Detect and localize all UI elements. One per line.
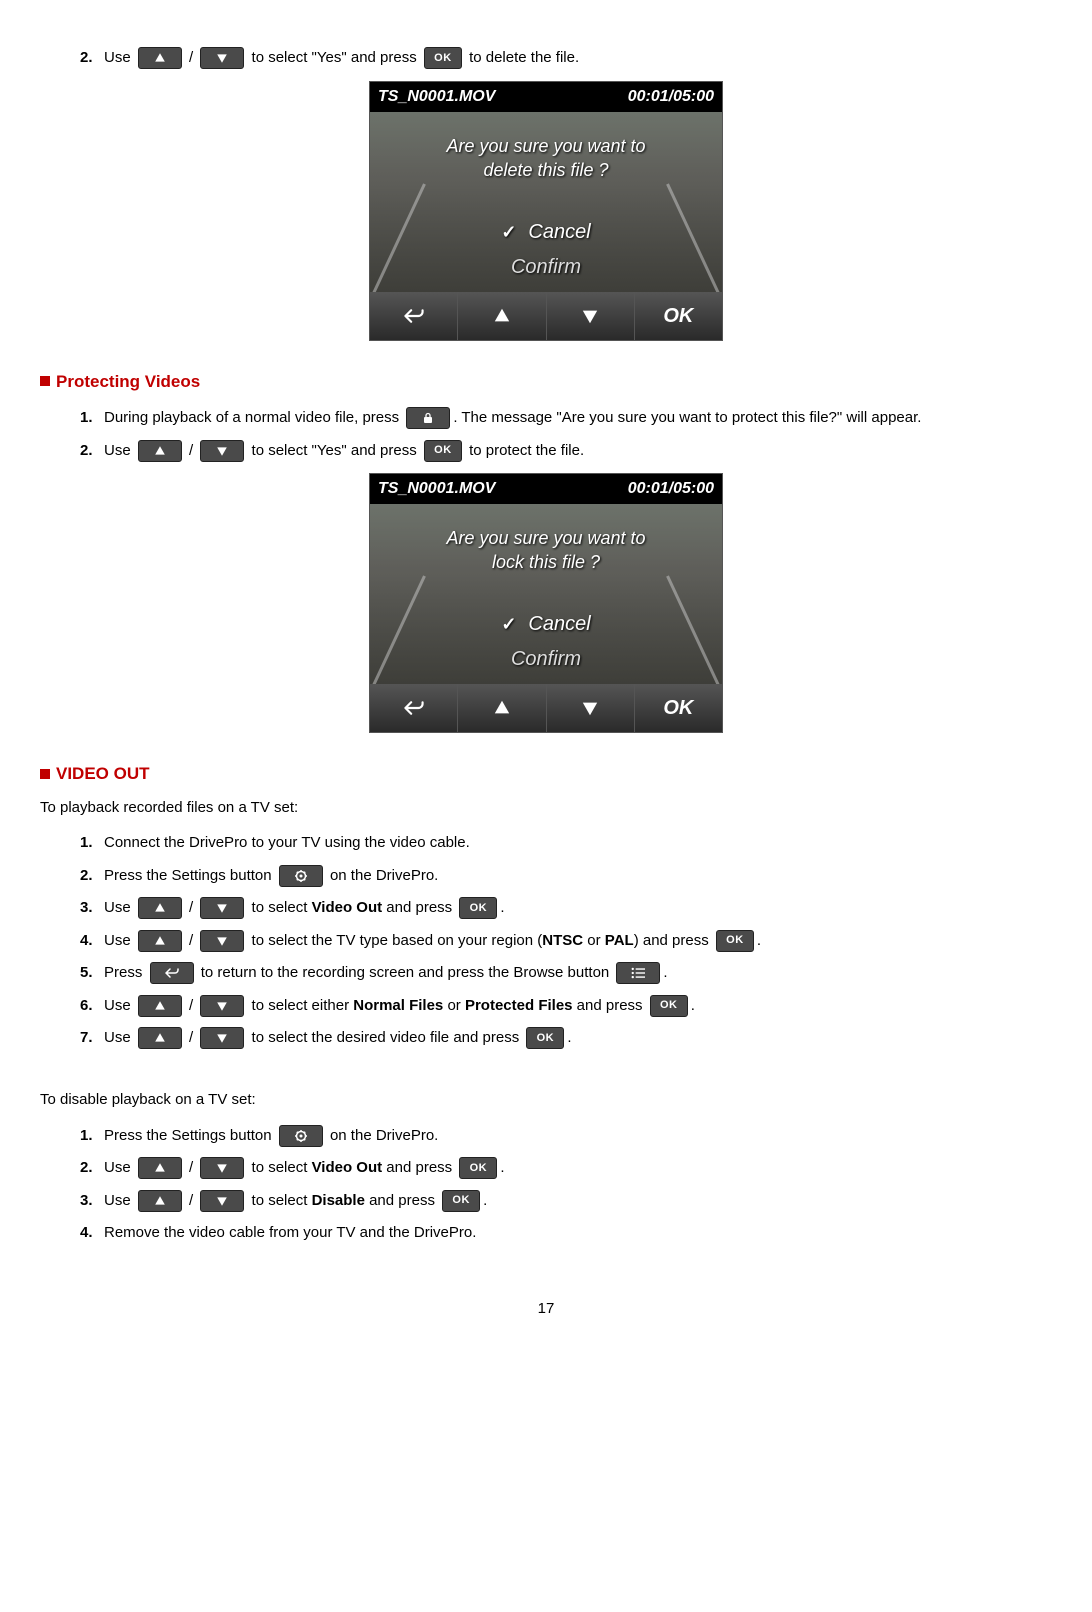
up-button-icon bbox=[138, 1157, 182, 1179]
vo-step-2: 2. Press the Settings button on the Driv… bbox=[80, 862, 1052, 891]
page-number: 17 bbox=[40, 1298, 1052, 1321]
ss2-message: Are you sure you want to lock this file … bbox=[370, 526, 722, 575]
up-button-icon bbox=[138, 1027, 182, 1049]
ok-button-icon: OK bbox=[424, 47, 462, 69]
protect-step-2: 2. Use / to select "Yes" and press OK to… bbox=[80, 437, 1052, 466]
ss1-message: Are you sure you want to delete this fil… bbox=[370, 134, 722, 183]
disable-step-2: 2. Use / to select Video Out and press O… bbox=[80, 1154, 1052, 1183]
up-button-icon bbox=[138, 995, 182, 1017]
ok-button-icon: OK bbox=[716, 930, 754, 952]
disable-step-3: 3. Use / to select Disable and press OK. bbox=[80, 1187, 1052, 1216]
video-out-intro: To playback recorded files on a TV set: bbox=[40, 797, 1052, 820]
ok-button-icon: OK bbox=[650, 995, 688, 1017]
ss1-nav-back-icon bbox=[370, 292, 458, 340]
disable-step-4: 4. Remove the video cable from your TV a… bbox=[80, 1219, 1052, 1248]
down-button-icon bbox=[200, 1027, 244, 1049]
ss1-nav-ok: OK bbox=[635, 292, 722, 340]
lock-button-icon bbox=[406, 407, 450, 429]
settings-button-icon bbox=[279, 1125, 323, 1147]
delete-step-2: 2. Use / to select "Yes" and press OK to… bbox=[80, 44, 1052, 73]
video-out-disable-intro: To disable playback on a TV set: bbox=[40, 1089, 1052, 1112]
ss1-filename: TS_N0001.MOV bbox=[378, 85, 495, 109]
down-button-icon bbox=[200, 995, 244, 1017]
ss2-nav-down-icon bbox=[547, 684, 635, 732]
up-button-icon bbox=[138, 47, 182, 69]
ss2-time: 00:01/05:00 bbox=[628, 477, 714, 501]
ss2-nav-up-icon bbox=[458, 684, 546, 732]
settings-button-icon bbox=[279, 865, 323, 887]
vo-step-1: 1. Connect the DrivePro to your TV using… bbox=[80, 829, 1052, 858]
vo-step-7: 7. Use / to select the desired video fil… bbox=[80, 1024, 1052, 1053]
lock-confirm-screenshot: TS_N0001.MOV 00:01/05:00 Are you sure yo… bbox=[369, 473, 723, 733]
ok-button-icon: OK bbox=[526, 1027, 564, 1049]
ok-button-icon: OK bbox=[424, 440, 462, 462]
ss1-nav-down-icon bbox=[547, 292, 635, 340]
ss1-nav-up-icon bbox=[458, 292, 546, 340]
down-button-icon bbox=[200, 897, 244, 919]
up-button-icon bbox=[138, 1190, 182, 1212]
ss1-time: 00:01/05:00 bbox=[628, 85, 714, 109]
delete-confirm-screenshot: TS_N0001.MOV 00:01/05:00 Are you sure yo… bbox=[369, 81, 723, 341]
back-button-icon bbox=[150, 962, 194, 984]
ok-button-icon: OK bbox=[459, 897, 497, 919]
ok-button-icon: OK bbox=[442, 1190, 480, 1212]
vo-step-6: 6. Use / to select either Normal Files o… bbox=[80, 992, 1052, 1021]
down-button-icon bbox=[200, 1190, 244, 1212]
up-button-icon bbox=[138, 440, 182, 462]
ss1-cancel: Cancel bbox=[370, 217, 722, 247]
browse-button-icon bbox=[616, 962, 660, 984]
vo-step-4: 4. Use / to select the TV type based on … bbox=[80, 927, 1052, 956]
disable-step-1: 1. Press the Settings button on the Driv… bbox=[80, 1122, 1052, 1151]
vo-step-3: 3. Use / to select Video Out and press O… bbox=[80, 894, 1052, 923]
down-button-icon bbox=[200, 930, 244, 952]
ss2-nav-ok: OK bbox=[635, 684, 722, 732]
ss2-confirm: Confirm bbox=[370, 644, 722, 674]
up-button-icon bbox=[138, 897, 182, 919]
down-button-icon bbox=[200, 1157, 244, 1179]
down-button-icon bbox=[200, 440, 244, 462]
ok-button-icon: OK bbox=[459, 1157, 497, 1179]
ss1-confirm: Confirm bbox=[370, 252, 722, 282]
section-protecting-title: Protecting Videos bbox=[40, 369, 1052, 395]
ss2-nav-back-icon bbox=[370, 684, 458, 732]
down-button-icon bbox=[200, 47, 244, 69]
ss2-cancel: Cancel bbox=[370, 609, 722, 639]
ss2-filename: TS_N0001.MOV bbox=[378, 477, 495, 501]
section-video-out-title: VIDEO OUT bbox=[40, 761, 1052, 787]
vo-step-5: 5. Press to return to the recording scre… bbox=[80, 959, 1052, 988]
protect-step-1: 1. During playback of a normal video fil… bbox=[80, 404, 1052, 433]
up-button-icon bbox=[138, 930, 182, 952]
